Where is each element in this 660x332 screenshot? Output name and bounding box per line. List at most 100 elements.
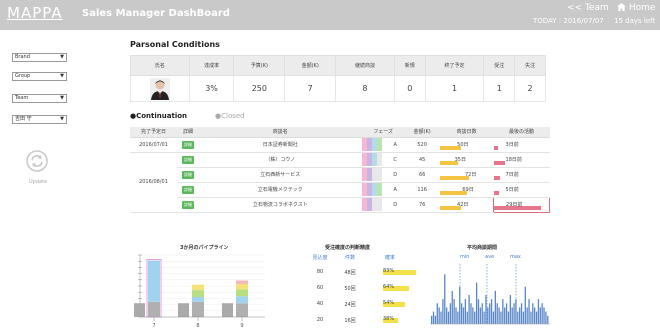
pipeline-bar-segment	[236, 280, 248, 284]
member-select-value: 吉田 守	[15, 116, 32, 122]
duration-bar	[494, 290, 496, 324]
last-activity-cell: 29日前	[493, 196, 550, 213]
member-select[interactable]: 吉田 守 ▼	[12, 115, 67, 124]
duration-bar	[534, 307, 536, 324]
precision-rate: 54%	[383, 300, 395, 306]
last-activity: 3日前	[505, 142, 519, 148]
col-header: 金額(K)	[284, 55, 337, 76]
deal-days: 72日	[464, 172, 477, 178]
duration-bar	[449, 303, 452, 324]
phase-indicator	[361, 183, 382, 196]
duration-bar	[474, 311, 476, 324]
phase-indicator	[361, 198, 382, 211]
dropdown-arrow-icon: ▼	[60, 73, 64, 79]
pipeline-bar-segment	[236, 296, 248, 304]
precision-rate-cell: 38%	[365, 316, 425, 324]
continuation-table: 完了予定日 詳細 商談名 フェーズ 金額(K) 商談日数 最後の活動 2016/…	[130, 127, 550, 213]
pipeline-bar-segment	[192, 297, 204, 302]
table-row: 詳細 立石物流コラボネクスト D 76 42日 29日前	[130, 196, 550, 213]
deal-name[interactable]: 立石物流コラボネクスト	[198, 197, 362, 213]
personal-conditions-title: Parsonal Conditions	[130, 40, 220, 49]
deal-amount: 76	[404, 197, 440, 213]
detail-button[interactable]: 詳細	[181, 155, 194, 164]
deal-name[interactable]: （株）コウノ	[198, 152, 362, 168]
phase-label: A	[393, 186, 397, 193]
duration-bar	[475, 282, 478, 324]
avatar-cell	[130, 75, 190, 102]
duration-bar	[438, 307, 440, 324]
phase-cell: A	[361, 182, 405, 198]
duration-chart	[430, 264, 550, 325]
pipeline-bar-segment	[236, 289, 248, 297]
precision-row: 60 50回 64%	[305, 280, 425, 296]
deal-days-cell: 72日	[439, 167, 494, 183]
precision-col-header: 見込度	[312, 255, 328, 261]
detail-button[interactable]: 詳細	[181, 140, 194, 149]
duration-bar	[477, 299, 480, 324]
precision-level: 80	[316, 269, 324, 275]
team-select[interactable]: Team ▼	[12, 94, 67, 103]
group-select[interactable]: Group ▼	[12, 72, 67, 81]
duration-bar	[460, 303, 463, 324]
won-deals: 1	[483, 75, 516, 102]
duration-bar	[539, 307, 541, 324]
team-link[interactable]: << Team	[567, 3, 609, 13]
duration-bar	[543, 307, 545, 324]
scheduled-end: 1	[424, 75, 485, 102]
pipeline-chart-title: 3か月のパイプライン	[180, 245, 229, 251]
col-header: 失注	[514, 55, 546, 76]
phase-indicator	[361, 168, 382, 181]
deal-name[interactable]: 日本証券新聞社	[198, 137, 362, 153]
duration-bar	[500, 311, 502, 324]
due-date: 2016/08/01	[130, 152, 177, 213]
duration-bar	[431, 315, 433, 324]
precision-rate: 83%	[383, 268, 395, 274]
budget-value: 250	[233, 75, 286, 102]
detail-button[interactable]: 詳細	[181, 200, 194, 209]
col-header: 完了予定日	[130, 127, 177, 138]
tab-continuation[interactable]: ●Continuation	[130, 112, 187, 120]
pipeline-bar-segment	[236, 303, 248, 317]
deal-amount: 66	[404, 167, 440, 183]
duration-bar	[507, 311, 510, 324]
last-activity-bar	[493, 145, 498, 150]
update-icon[interactable]	[26, 150, 48, 172]
deal-days: 69日	[462, 187, 474, 193]
col-header: 継続商談	[335, 55, 395, 76]
duration-bar	[481, 303, 483, 324]
precision-col-header: 確率	[385, 255, 396, 261]
app-logo[interactable]: MAPPA	[7, 4, 63, 22]
brand-select[interactable]: Brand ▼	[12, 53, 67, 62]
col-header: 受注	[483, 55, 516, 76]
duration-bar	[442, 299, 444, 324]
deal-name[interactable]: 立石西新サービス	[198, 167, 362, 183]
deal-name[interactable]: 立石電機メクテック	[198, 182, 362, 198]
precision-rate: 64%	[383, 284, 395, 290]
avatar[interactable]	[149, 77, 170, 100]
precision-header-row: 見込度 件数 確率	[305, 254, 425, 264]
home-link[interactable]: Home	[617, 3, 655, 13]
precision-col-header: 件数	[344, 255, 355, 261]
precision-row: 80 48回 83%	[305, 264, 425, 280]
table-header-row: 完了予定日 詳細 商談名 フェーズ 金額(K) 商談日数 最後の活動	[130, 127, 550, 138]
duration-bar	[455, 307, 457, 324]
tab-closed[interactable]: ●Closed	[215, 112, 245, 120]
duration-bar	[432, 311, 435, 324]
duration-bar	[447, 311, 450, 324]
precision-count: 24回	[344, 301, 356, 308]
col-header: 終了予定	[424, 55, 485, 76]
deal-amount: 520	[404, 137, 440, 153]
duration-bar	[520, 303, 523, 324]
deal-days-cell: 50日	[439, 137, 494, 153]
pipeline-budget-bar	[178, 303, 189, 317]
personal-conditions-table: 氏名 達成率 予算(K) 金額(K) 継続商談 新規 終了予定 受注 失注 3%…	[130, 55, 546, 102]
due-date: 2016/07/01	[130, 137, 177, 153]
detail-button[interactable]: 詳細	[181, 185, 194, 194]
last-activity-bar	[493, 190, 500, 195]
detail-button[interactable]: 詳細	[181, 170, 194, 179]
duration-bar	[472, 307, 474, 324]
duration-bar	[541, 303, 543, 324]
pipeline-budget-bar	[134, 303, 145, 317]
precision-chart: 見込度 件数 確率 80 48回 83% 60 50回 64% 40 24回 5…	[305, 254, 425, 328]
pipeline-bar-segment	[192, 290, 204, 298]
